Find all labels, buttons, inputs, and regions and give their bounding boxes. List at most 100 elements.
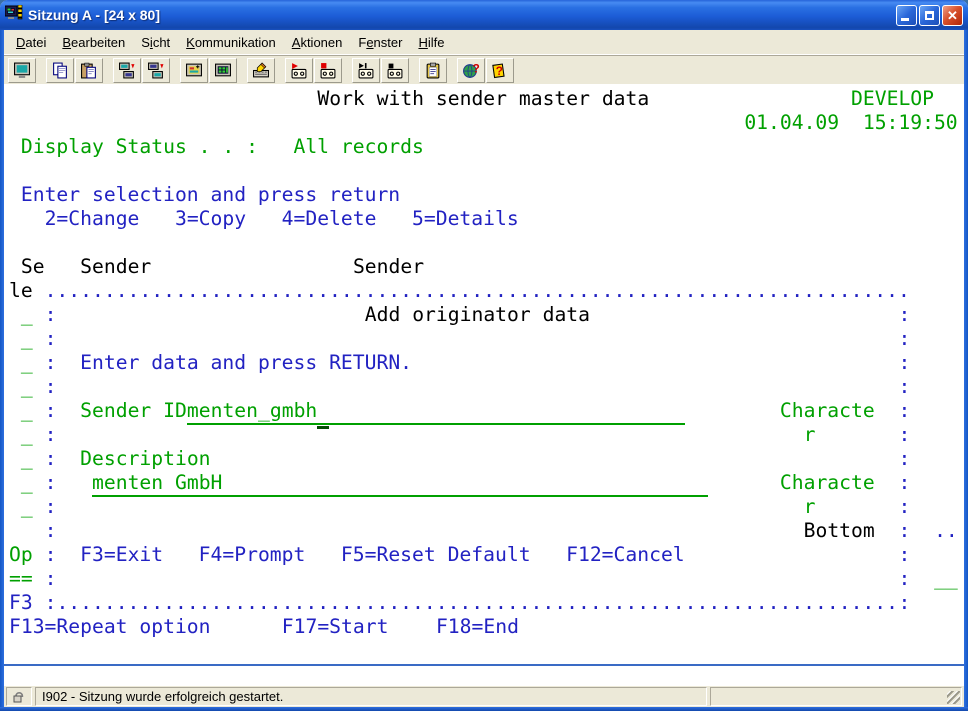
- column-header: le: [9, 279, 33, 303]
- dialog-border-right: :: [899, 447, 911, 471]
- dialog-border-left: :: [45, 567, 57, 591]
- dialog-border-left: :: [45, 423, 57, 447]
- bottom-indicator: Bottom: [804, 519, 875, 543]
- dialog-border-left: :: [45, 327, 57, 351]
- background-text: F3: [9, 591, 33, 615]
- resize-grip[interactable]: [947, 691, 960, 704]
- toolbar-group: [419, 58, 448, 83]
- menu-bar: DateiBearbeitenSichtKommunikationAktione…: [4, 30, 964, 55]
- text-cursor[interactable]: [317, 402, 329, 429]
- sel-option-input[interactable]: _: [21, 303, 33, 327]
- menu-fenster[interactable]: Fenster: [350, 32, 410, 53]
- session-window: Sitzung A - [24 x 80] ✕ DateiBearbeitenS…: [0, 0, 968, 711]
- toolbar: ??: [4, 55, 964, 84]
- dialog-border-left: :: [45, 591, 57, 615]
- paste-button[interactable]: [75, 58, 103, 83]
- field-type-label-wrap: r: [804, 495, 816, 519]
- display-status-line: Display Status . . : All records: [21, 135, 424, 159]
- terminal-grid: Work with sender master dataDEVELOP01.04…: [9, 87, 959, 663]
- play-macro-button[interactable]: [352, 58, 380, 83]
- description-field[interactable]: menten GmbH: [92, 471, 708, 497]
- background-text: ==: [9, 567, 33, 591]
- window-border-right: [964, 30, 968, 711]
- dialog-border-right: :: [899, 591, 911, 615]
- dialog-border-right: :: [899, 567, 911, 591]
- minimize-icon: [901, 18, 909, 21]
- sel-option-input[interactable]: _: [21, 447, 33, 471]
- dialog-border-top: ........................................…: [45, 279, 910, 303]
- dialog-border-left: :: [45, 471, 57, 495]
- toolbar-group: [8, 58, 37, 83]
- minimize-button[interactable]: [896, 5, 917, 26]
- sel-option-input[interactable]: _: [21, 327, 33, 351]
- sel-option-input[interactable]: _: [21, 399, 33, 423]
- svg-text:?: ?: [496, 64, 503, 77]
- dialog-border-left: :: [45, 351, 57, 375]
- toolbar-group: ??: [457, 58, 515, 83]
- toolbar-group: [113, 58, 171, 83]
- color-setup-button[interactable]: [209, 58, 237, 83]
- fkey-legend: F13=Repeat option: [9, 615, 211, 639]
- toolbar-group: [247, 58, 276, 83]
- menu-datei[interactable]: Datei: [8, 32, 54, 53]
- dialog-border-right: :: [899, 543, 911, 567]
- dialog-border-right: :: [899, 375, 911, 399]
- menu-aktionen[interactable]: Aktionen: [284, 32, 351, 53]
- web-help-button[interactable]: ?: [457, 58, 485, 83]
- background-text: Op: [9, 543, 33, 567]
- app-icon: [5, 5, 23, 26]
- toolbar-group: [285, 58, 343, 83]
- sender-id-field[interactable]: menten_gmbh: [187, 399, 685, 425]
- dialog-border-right: :: [899, 423, 911, 447]
- svg-text:?: ?: [473, 62, 480, 75]
- maximize-icon: [925, 11, 934, 20]
- display-setup-button[interactable]: [180, 58, 208, 83]
- dialog-border-right: :: [899, 351, 911, 375]
- menu-bearbeiten[interactable]: Bearbeiten: [54, 32, 133, 53]
- sel-option-input[interactable]: _: [21, 423, 33, 447]
- sel-option-input[interactable]: _: [21, 351, 33, 375]
- send-file-button[interactable]: [113, 58, 141, 83]
- record-macro-button[interactable]: [285, 58, 313, 83]
- receive-file-button[interactable]: [142, 58, 170, 83]
- close-button[interactable]: ✕: [942, 5, 963, 26]
- sel-option-input[interactable]: _: [21, 471, 33, 495]
- dialog-border-left: :: [45, 375, 57, 399]
- copy-button[interactable]: [46, 58, 74, 83]
- fkey-legend: F18=End: [436, 615, 519, 639]
- dialog-border-left: :: [45, 543, 57, 567]
- status-panel-secondary: [710, 687, 962, 706]
- column-header: Sender: [353, 255, 424, 279]
- sel-option-input[interactable]: _: [21, 495, 33, 519]
- dialog-border-right: :: [899, 327, 911, 351]
- instruction-line: Enter selection and press return: [21, 183, 400, 207]
- menu-sicht[interactable]: Sicht: [133, 32, 178, 53]
- field-type-label: Characte: [780, 471, 875, 495]
- dialog-border-bottom: ........................................…: [56, 591, 898, 615]
- menu-hilfe[interactable]: Hilfe: [410, 32, 452, 53]
- help-button[interactable]: ?: [486, 58, 514, 83]
- keyboard-setup-button[interactable]: [247, 58, 275, 83]
- new-session-button[interactable]: [8, 58, 36, 83]
- operator-information-area: [4, 666, 964, 686]
- clipboard-button[interactable]: [419, 58, 447, 83]
- title-bar: Sitzung A - [24 x 80] ✕: [0, 0, 968, 30]
- status-message: I902 - Sitzung wurde erfolgreich gestart…: [35, 687, 707, 706]
- dialog-border-right: :: [899, 519, 911, 543]
- field-type-label-wrap: r: [804, 423, 816, 447]
- screen-title: Work with sender master data: [317, 87, 649, 111]
- toolbar-group: [180, 58, 238, 83]
- dialog-border-right: :: [899, 399, 911, 423]
- field-type-label: Characte: [780, 399, 875, 423]
- dialog-instruction: Enter data and press RETURN.: [80, 351, 412, 375]
- sender-id-label: Sender ID: [80, 399, 187, 423]
- menu-kommunikation[interactable]: Kommunikation: [178, 32, 284, 53]
- fkey-legend: F17=Start: [282, 615, 389, 639]
- sel-option-input[interactable]: _: [21, 375, 33, 399]
- dialog-border-right: :: [899, 495, 911, 519]
- stop-record-button[interactable]: [314, 58, 342, 83]
- command-input-fragment[interactable]: __: [934, 567, 958, 591]
- stop-macro-button[interactable]: [381, 58, 409, 83]
- maximize-button[interactable]: [919, 5, 940, 26]
- terminal-screen[interactable]: Work with sender master dataDEVELOP01.04…: [4, 84, 964, 664]
